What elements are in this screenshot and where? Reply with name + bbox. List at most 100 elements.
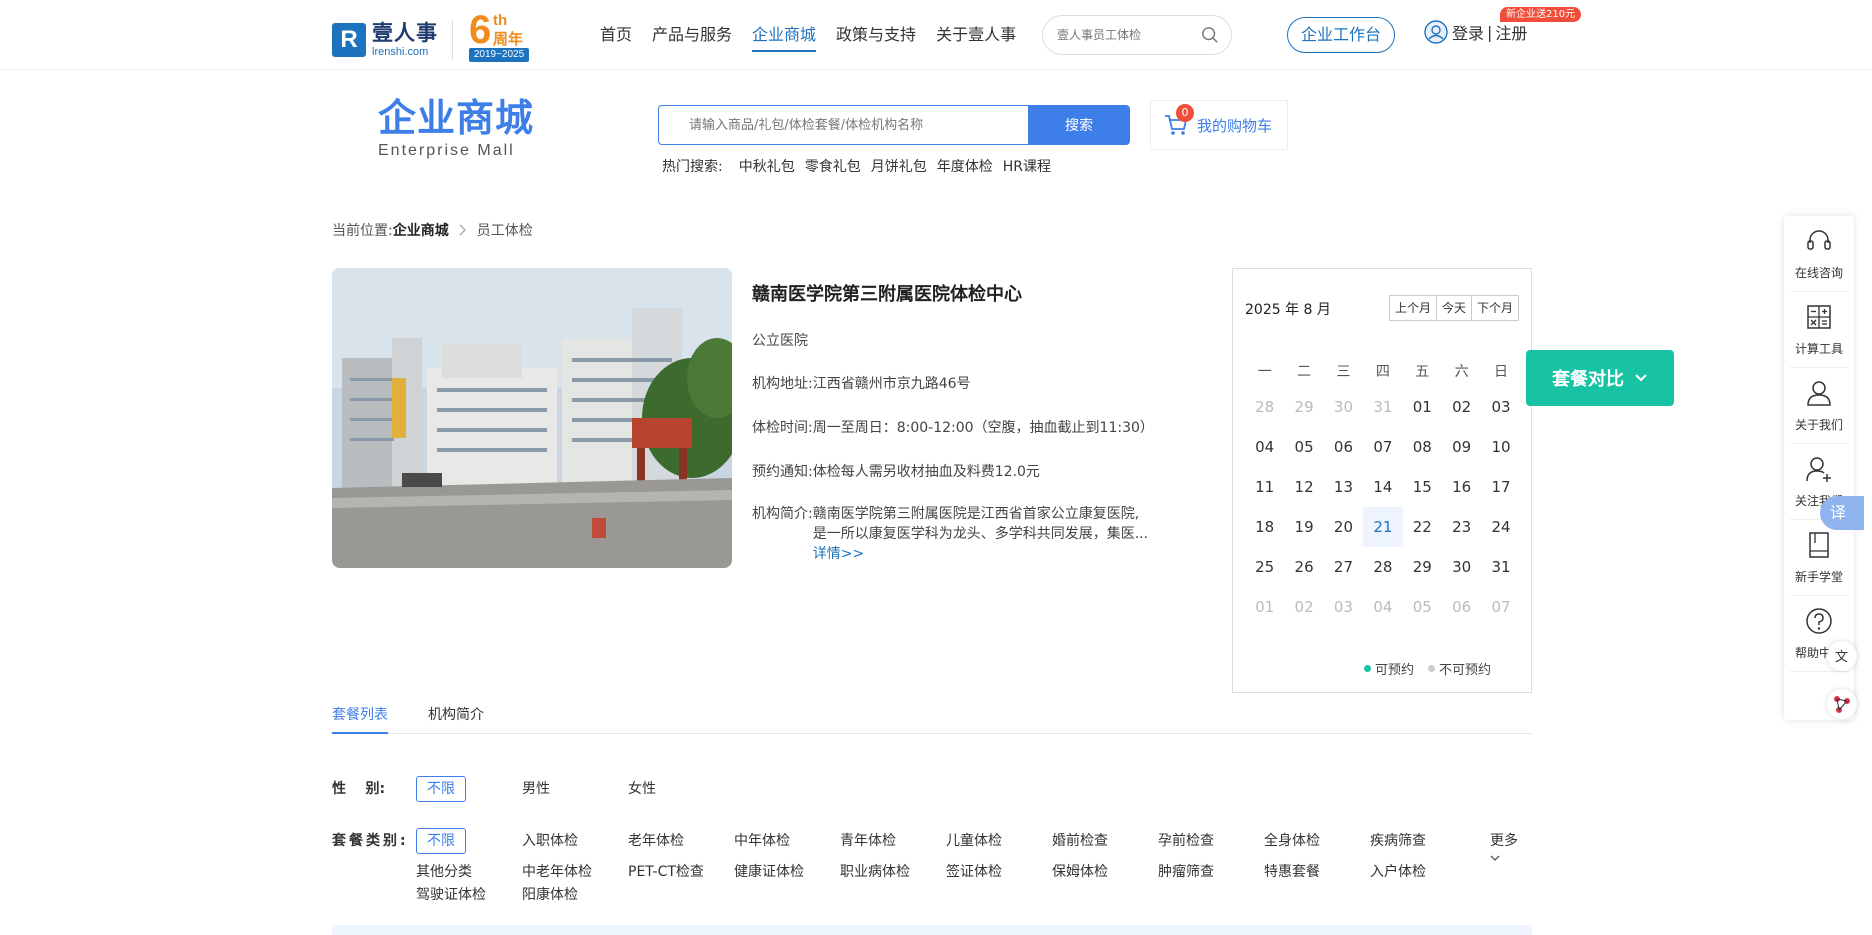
top-search-input[interactable]: [1057, 16, 1197, 54]
network-icon[interactable]: [1827, 689, 1857, 719]
hot-search-item[interactable]: 零食礼包: [805, 156, 861, 176]
calendar-day[interactable]: 27: [1324, 547, 1363, 587]
nav-home[interactable]: 首页: [600, 0, 632, 70]
package-compare-button[interactable]: 套餐对比: [1526, 350, 1674, 406]
gender-option[interactable]: 不限: [416, 776, 466, 802]
calendar-day[interactable]: 25: [1245, 547, 1284, 587]
calendar-day[interactable]: 20: [1324, 507, 1363, 547]
today-button[interactable]: 今天: [1435, 296, 1471, 320]
login-link[interactable]: 登录: [1452, 20, 1484, 44]
workbench-button[interactable]: 企业工作台: [1287, 17, 1395, 53]
category-option[interactable]: 签证体检: [946, 861, 1002, 881]
calendar-day[interactable]: 13: [1324, 467, 1363, 507]
calendar-day[interactable]: 23: [1442, 507, 1481, 547]
intro-line: 是一所以康复医学科为龙头、多学科共同发展，集医...: [812, 526, 1149, 542]
category-option[interactable]: 入户体检: [1370, 861, 1426, 881]
gender-option[interactable]: 女性: [628, 778, 656, 798]
calendar-day: 03: [1333, 598, 1354, 616]
calendar-day[interactable]: 30: [1442, 547, 1481, 587]
nav-mall[interactable]: 企业商城: [752, 0, 817, 70]
category-option[interactable]: 老年体检: [628, 830, 684, 850]
category-option[interactable]: 中年体检: [734, 830, 790, 850]
calendar-day[interactable]: 31: [1481, 547, 1520, 587]
calendar-day[interactable]: 26: [1284, 547, 1323, 587]
category-option[interactable]: 孕前检查: [1158, 830, 1214, 850]
category-option[interactable]: 中老年体检: [522, 861, 592, 881]
calendar-day[interactable]: 02: [1442, 387, 1481, 427]
category-option[interactable]: 驾驶证体检: [416, 884, 486, 904]
category-filter: 套餐类别: 更多 不限 入职体检 老年体检 中年体检 青年体检 儿童体检 婚前检查 孕前检查 全…: [332, 828, 1532, 910]
nav-about[interactable]: 关于壹人事: [936, 0, 1016, 70]
tab-packages[interactable]: 套餐列表: [332, 704, 388, 734]
calendar-day[interactable]: 21: [1363, 507, 1403, 547]
nav-policy[interactable]: 政策与支持: [836, 0, 916, 70]
sidebar-item-about[interactable]: 关于我们: [1790, 368, 1848, 444]
register-link[interactable]: 注册: [1495, 20, 1527, 44]
next-month-button[interactable]: 下个月: [1470, 296, 1518, 320]
calendar-day[interactable]: 14: [1363, 467, 1402, 507]
hot-search-item[interactable]: 月饼礼包: [871, 156, 927, 176]
hot-search-item[interactable]: HR课程: [1003, 156, 1051, 176]
calendar-day[interactable]: 11: [1245, 467, 1284, 507]
calendar-day[interactable]: 29: [1403, 547, 1442, 587]
search-button[interactable]: 搜索: [1028, 105, 1130, 145]
sidebar-item-calculator[interactable]: 计算工具: [1790, 292, 1848, 368]
details-link[interactable]: 详情>>: [813, 544, 1158, 564]
hot-search-item[interactable]: 中秋礼包: [739, 156, 795, 176]
tab-intro[interactable]: 机构简介: [428, 704, 484, 734]
calendar-day[interactable]: 03: [1481, 387, 1520, 427]
gender-filter-label: 性 别:: [332, 781, 386, 797]
category-option[interactable]: 特惠套餐: [1264, 861, 1320, 881]
main-search-input[interactable]: [658, 105, 1028, 145]
category-option[interactable]: 肿瘤筛查: [1158, 861, 1214, 881]
calendar-day[interactable]: 24: [1481, 507, 1520, 547]
prev-month-button[interactable]: 上个月: [1390, 296, 1436, 320]
hot-search-item[interactable]: 年度体检: [937, 156, 993, 176]
calendar-day[interactable]: 19: [1284, 507, 1323, 547]
category-option[interactable]: 阳康体检: [522, 884, 578, 904]
category-option[interactable]: 婚前检查: [1052, 830, 1108, 850]
category-option[interactable]: 全身体检: [1264, 830, 1320, 850]
category-option[interactable]: 保姆体检: [1052, 861, 1108, 881]
calendar-day[interactable]: 12: [1284, 467, 1323, 507]
category-option[interactable]: 其他分类: [416, 861, 472, 881]
translate-button[interactable]: 译: [1820, 496, 1864, 530]
legend-available: 可预约: [1363, 659, 1414, 678]
calendar-day[interactable]: 04: [1245, 427, 1284, 467]
search-icon[interactable]: [1201, 26, 1219, 44]
calendar-day[interactable]: 08: [1403, 427, 1442, 467]
calendar-day[interactable]: 28: [1363, 547, 1402, 587]
category-option[interactable]: 入职体检: [522, 830, 578, 850]
cart-button[interactable]: 我的购物车: [1150, 100, 1288, 150]
calendar-legend: 可预约 不可预约: [1350, 659, 1491, 678]
calendar-day[interactable]: 22: [1403, 507, 1442, 547]
calendar-day[interactable]: 05: [1284, 427, 1323, 467]
calendar-day[interactable]: 17: [1481, 467, 1520, 507]
calendar-day[interactable]: 15: [1403, 467, 1442, 507]
calendar-day[interactable]: 07: [1363, 427, 1402, 467]
calendar-day[interactable]: 01: [1403, 387, 1442, 427]
nav-products[interactable]: 产品与服务: [652, 0, 732, 70]
category-option[interactable]: 不限: [416, 828, 466, 854]
calendar-day[interactable]: 16: [1442, 467, 1481, 507]
category-option[interactable]: PET-CT检查: [628, 861, 704, 881]
site-logo[interactable]: R 壹人事 lrenshi.com 6 th 周年 2019~2025: [332, 8, 529, 66]
category-option[interactable]: 疾病筛查: [1370, 830, 1426, 850]
calendar-day[interactable]: 18: [1245, 507, 1284, 547]
category-option[interactable]: 职业病体检: [840, 861, 910, 881]
gender-option[interactable]: 男性: [522, 778, 550, 798]
category-option[interactable]: 儿童体检: [946, 830, 1002, 850]
category-option[interactable]: 青年体检: [840, 830, 896, 850]
sidebar-item-school[interactable]: 新手学堂: [1790, 520, 1848, 596]
translate-tool-icon[interactable]: 文: [1827, 641, 1857, 671]
category-option[interactable]: 健康证体检: [734, 861, 804, 881]
sidebar-item-consult[interactable]: 在线咨询: [1790, 216, 1848, 292]
breadcrumb: 当前位置: 企业商城 员工体检: [332, 220, 533, 240]
calendar-day[interactable]: 09: [1442, 427, 1481, 467]
weekday-label: 一: [1257, 364, 1272, 380]
calendar-day[interactable]: 10: [1481, 427, 1520, 467]
breadcrumb-mall[interactable]: 企业商城: [393, 220, 449, 240]
calendar-day: 29: [1294, 398, 1314, 416]
more-categories-button[interactable]: 更多: [1490, 830, 1532, 866]
calendar-day[interactable]: 06: [1324, 427, 1363, 467]
